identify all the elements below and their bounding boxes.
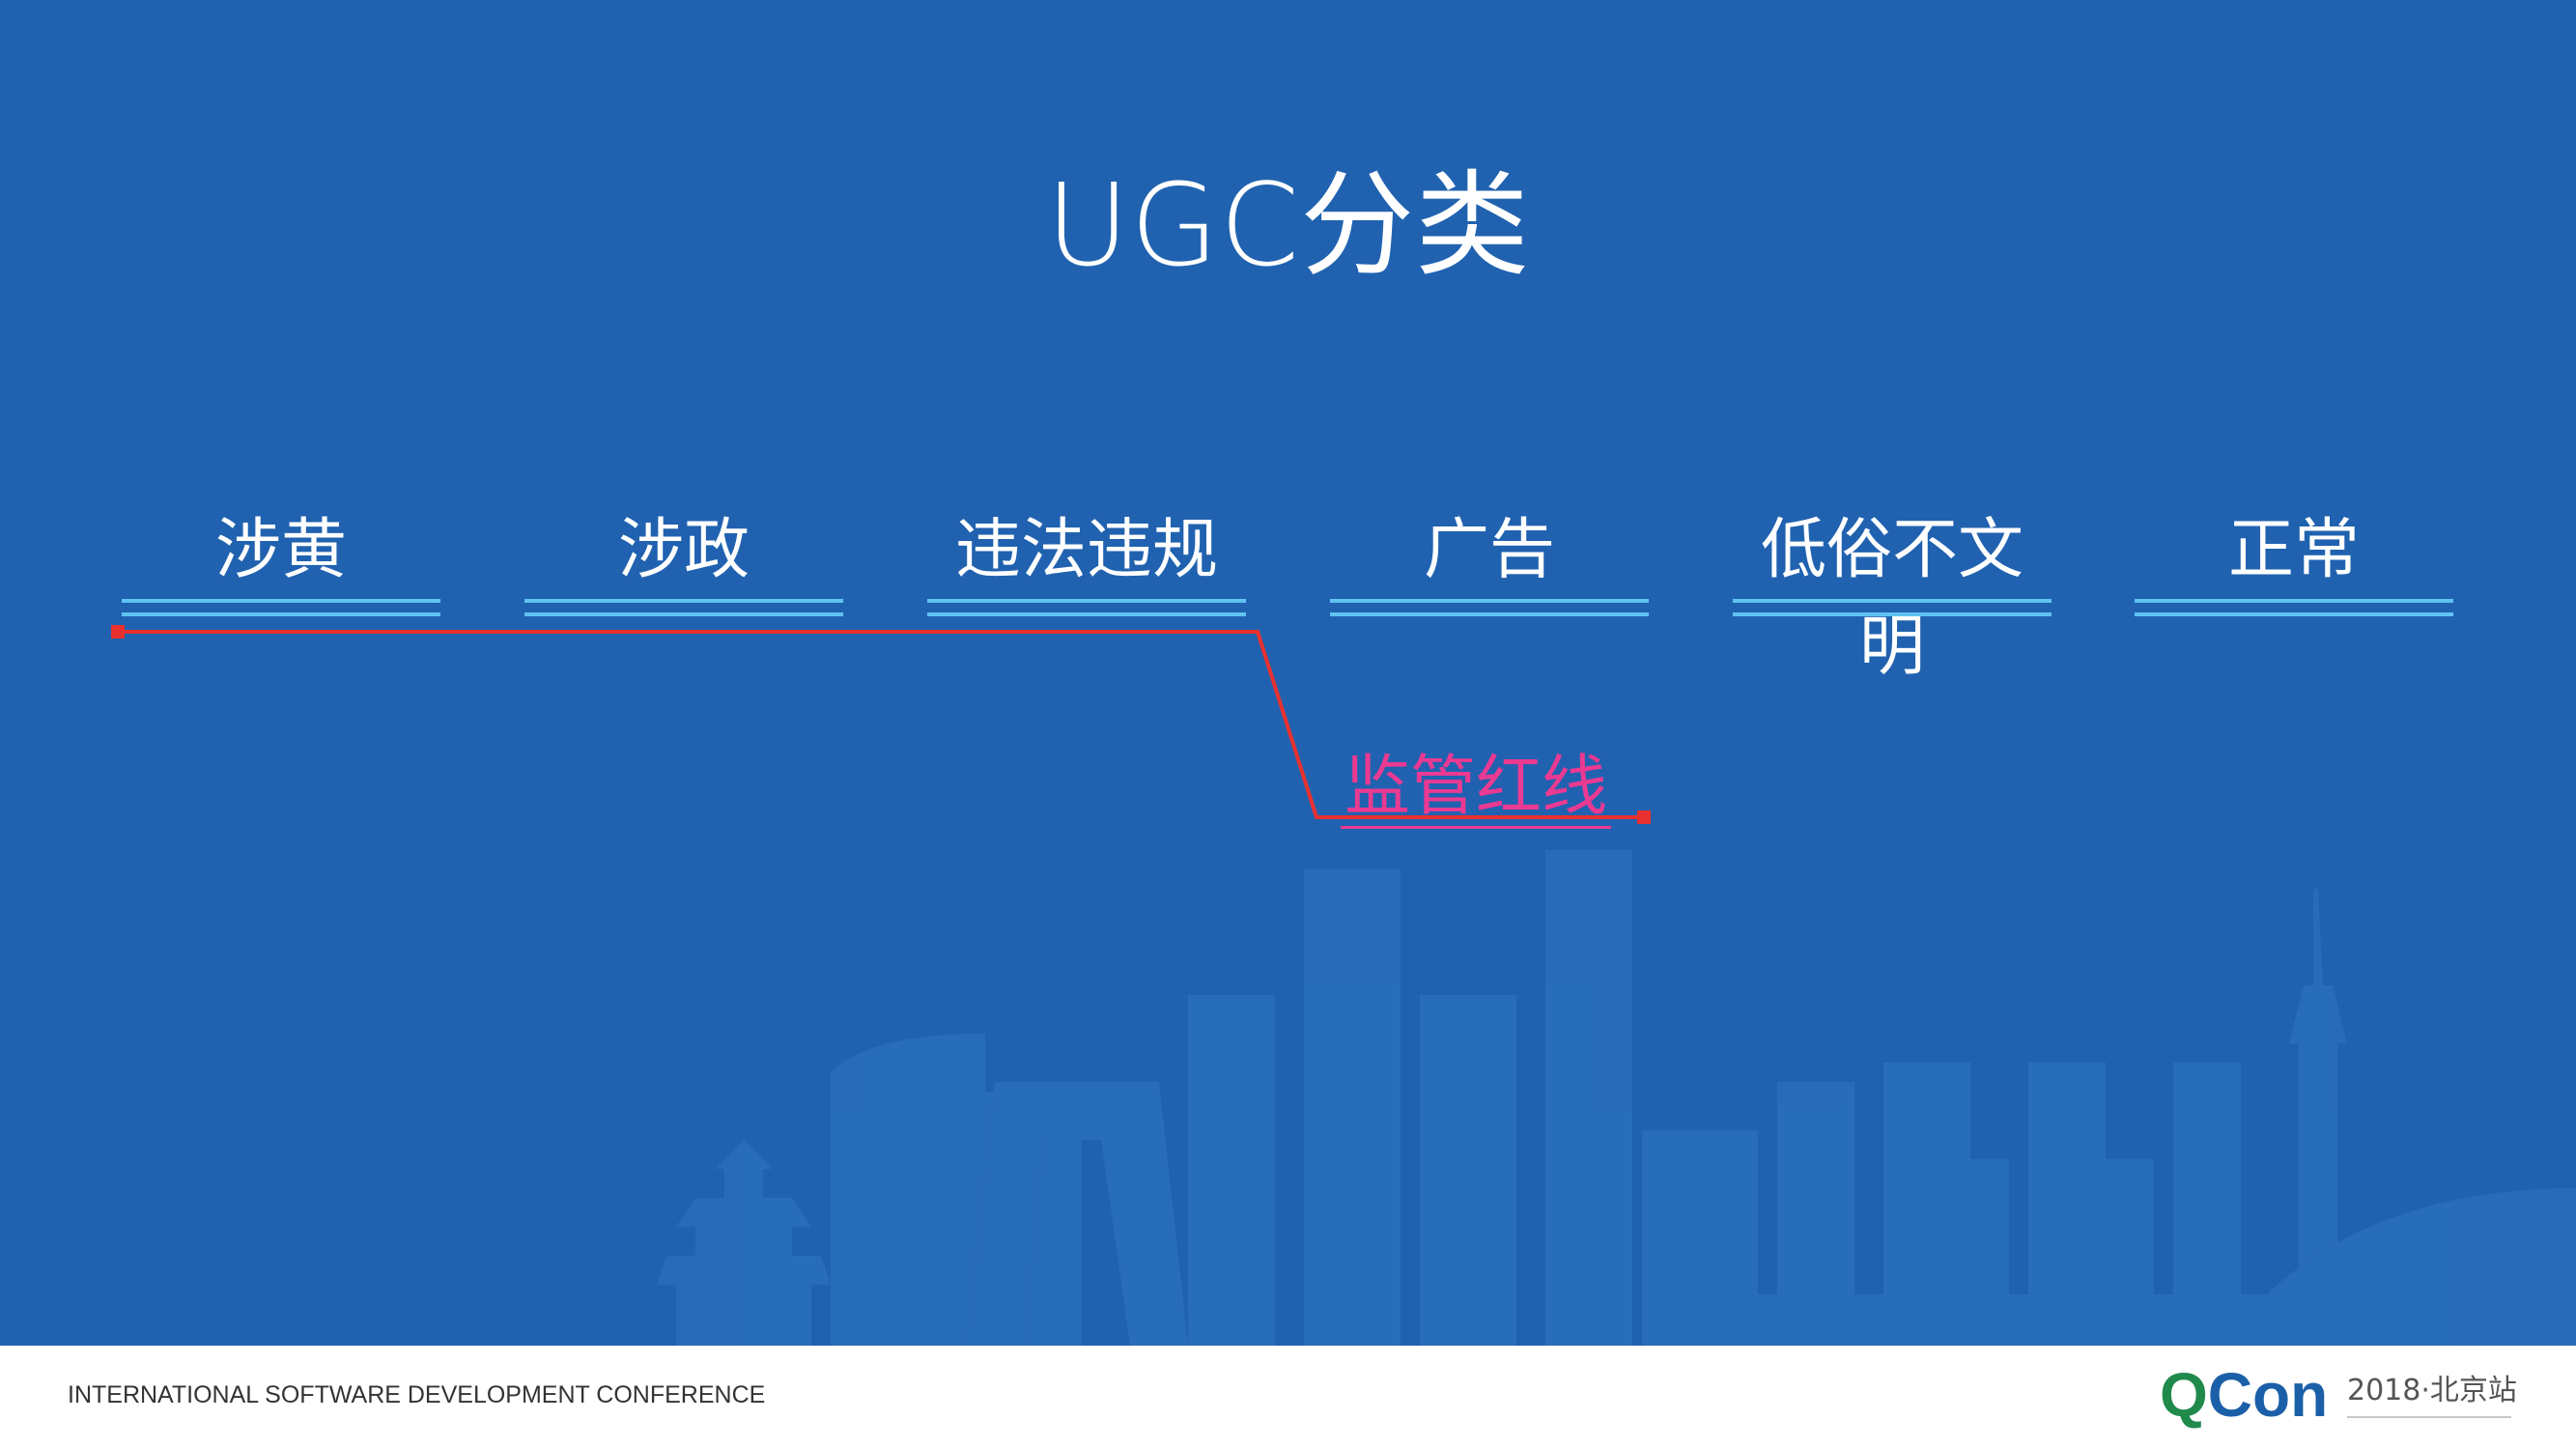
regulatory-red-line (111, 625, 1651, 824)
event-divider (2347, 1416, 2511, 1418)
red-line-label-underline (1341, 826, 1611, 829)
qcon-logo: QCon (2160, 1360, 2329, 1430)
event-label: 2018·北京站 (2347, 1374, 2517, 1407)
red-line-label: 监管红线 (1344, 749, 1607, 825)
conference-name: INTERNATIONAL SOFTWARE DEVELOPMENT CONFE… (68, 1381, 766, 1408)
red-line-end-marker (1637, 810, 1651, 824)
slide: UGC分类 涉黄 涉政 违法违规 广告 低俗不文明 正常 监管红线 (0, 0, 2576, 1346)
red-line-start-marker (111, 625, 125, 639)
